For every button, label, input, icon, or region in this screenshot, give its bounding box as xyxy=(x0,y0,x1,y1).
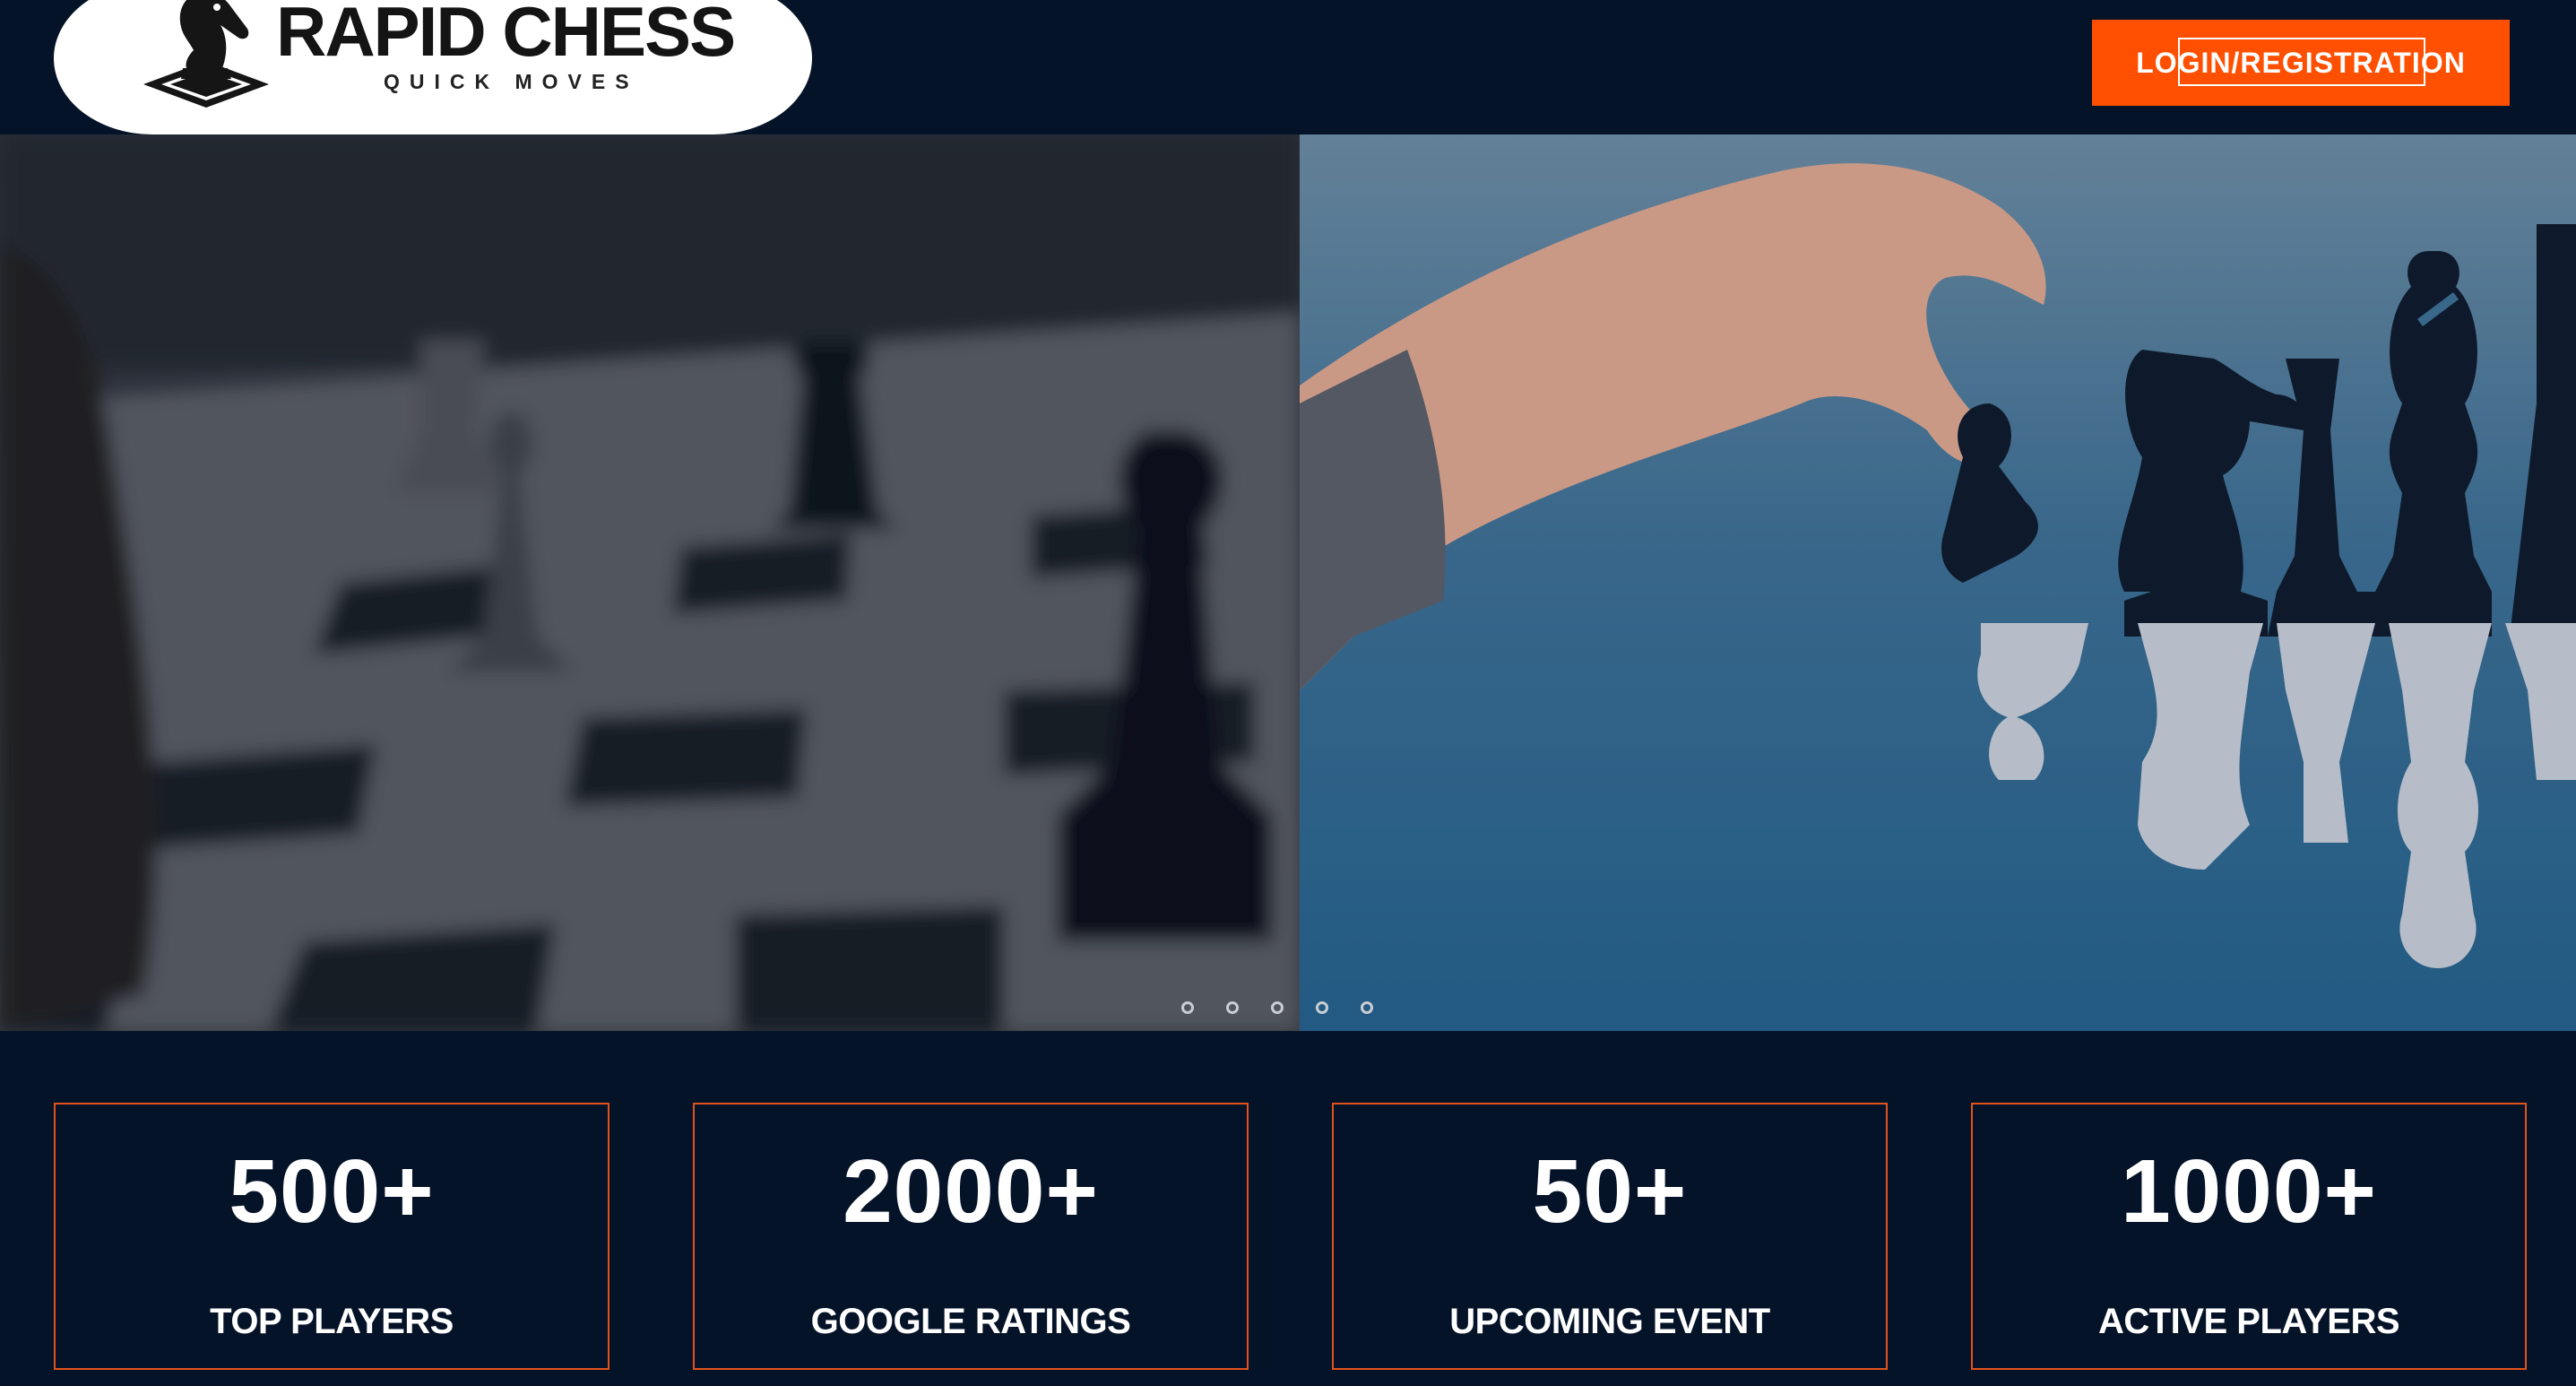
site-header: RAPID CHESS QUICK MOVES LOGIN/REGISTRATI… xyxy=(0,0,2576,134)
carousel-dot[interactable] xyxy=(1226,1001,1239,1014)
carousel-dot[interactable] xyxy=(1271,1001,1284,1014)
stats-section: 500+ TOP PLAYERS 2000+ GOOGLE RATINGS 50… xyxy=(0,1031,2576,1386)
carousel-dot[interactable] xyxy=(1361,1001,1373,1014)
knight-icon xyxy=(143,0,269,108)
hand-moving-chess-piece-slide xyxy=(1300,134,2576,1031)
login-registration-button[interactable]: LOGIN/REGISTRATION xyxy=(2092,20,2510,106)
hero-carousel[interactable] xyxy=(0,134,2576,1031)
carousel-dot[interactable] xyxy=(1181,1001,1194,1014)
stat-card-active-players: 1000+ ACTIVE PLAYERS xyxy=(1971,1103,2527,1370)
logo-title: RAPID CHESS xyxy=(276,0,736,71)
login-registration-label: LOGIN/REGISTRATION xyxy=(2136,46,2466,79)
logo[interactable]: RAPID CHESS QUICK MOVES xyxy=(54,0,812,134)
stat-value: 1000+ xyxy=(2121,1141,2377,1242)
stat-label: UPCOMING EVENT xyxy=(1449,1302,1770,1341)
stat-label: GOOGLE RATINGS xyxy=(810,1302,1131,1341)
logo-subtitle: QUICK MOVES xyxy=(384,70,639,93)
stat-value: 2000+ xyxy=(843,1141,1099,1242)
blurred-chessboard-slide xyxy=(0,134,1300,1031)
stat-label: ACTIVE PLAYERS xyxy=(2097,1302,2400,1341)
stat-card-top-players: 500+ TOP PLAYERS xyxy=(54,1103,609,1370)
carousel-dots xyxy=(1181,1001,1373,1014)
stat-value: 500+ xyxy=(229,1141,435,1242)
carousel-dot[interactable] xyxy=(1316,1001,1328,1014)
stat-label: TOP PLAYERS xyxy=(210,1302,454,1341)
stat-card-upcoming-event: 50+ UPCOMING EVENT xyxy=(1332,1103,1888,1370)
stat-value: 50+ xyxy=(1532,1141,1688,1242)
stat-card-google-ratings: 2000+ GOOGLE RATINGS xyxy=(693,1103,1249,1370)
